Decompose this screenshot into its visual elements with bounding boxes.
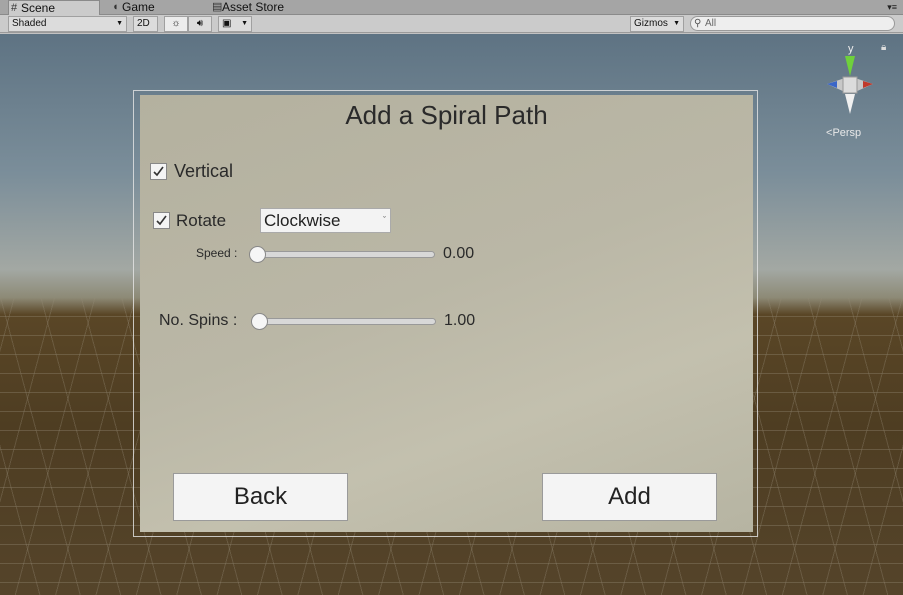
orientation-gizmo[interactable]: y 🔒︎ [815, 42, 886, 122]
panel-title: Add a Spiral Path [345, 100, 548, 130]
tab-asset-store[interactable]: ▤ Asset Store [210, 0, 320, 15]
chevron-down-icon: ▼ [116, 20, 123, 27]
tab-game[interactable]: ◖ Game [110, 0, 200, 15]
tab-menu-icon[interactable]: ▾≡ [887, 0, 897, 15]
checkmark-icon [153, 166, 164, 177]
projection-toggle[interactable]: <Persp [826, 127, 861, 139]
speed-label: Speed : [196, 246, 238, 260]
toggle-2d-button[interactable]: 2D [133, 16, 158, 32]
axis-gizmo-icon: y [827, 43, 873, 114]
checkmark-icon [156, 215, 167, 226]
gizmo-axis-label: y [848, 43, 854, 55]
gizmos-label: Gizmos [634, 18, 668, 29]
hierarchy-search-input[interactable]: ⚲ All [690, 16, 895, 31]
spins-value: 1.00 [444, 312, 476, 329]
lighting-toggle[interactable]: ☼ [164, 16, 188, 32]
vertical-label: Vertical [174, 161, 234, 181]
speed-slider-track[interactable] [252, 251, 435, 258]
speed-value: 0.00 [443, 245, 475, 262]
image-icon: ▣ [222, 18, 232, 29]
back-button[interactable]: Back [173, 473, 348, 521]
gizmos-dropdown[interactable]: Gizmos ▼ [630, 16, 684, 32]
rotation-direction-value: Clockwise [264, 211, 341, 230]
rotation-direction-dropdown[interactable]: Clockwise ˇ [260, 208, 391, 233]
rotate-checkbox[interactable] [153, 212, 170, 229]
chevron-down-icon: ▼ [241, 20, 248, 27]
search-value: All [705, 18, 717, 29]
spins-slider-track[interactable] [253, 318, 436, 325]
tab-scene-label: Scene [21, 1, 56, 15]
spiral-path-panel: Add a Spiral Path Vertical Rotate Clockw… [140, 95, 753, 532]
shading-mode-label: Shaded [12, 18, 47, 29]
speaker-icon: 🔊︎ [196, 18, 204, 29]
add-button[interactable]: Add [542, 473, 717, 521]
scene-toolbar: Shaded ▼ 2D ☼ 🔊︎ ▣ ▼ Gizmos ▼ ⚲ All [0, 15, 903, 33]
effects-dropdown[interactable]: ▣ ▼ [218, 16, 252, 32]
tab-asset-store-label: Asset Store [222, 0, 285, 14]
chevron-down-icon: ˇ [383, 215, 386, 225]
spins-label: No. Spins : [159, 312, 238, 329]
sun-icon: ☼ [171, 18, 181, 29]
audio-toggle[interactable]: 🔊︎ [188, 16, 212, 32]
vertical-checkbox[interactable] [150, 163, 167, 180]
grid-icon: # [11, 2, 18, 14]
projection-label: Persp [832, 127, 862, 139]
editor-tab-bar: # Scene ◖ Game ▤ Asset Store ▾≡ [0, 0, 903, 15]
store-icon: ▤ [212, 1, 223, 13]
tab-game-label: Game [122, 0, 155, 14]
search-icon: ⚲ [694, 18, 702, 29]
tab-scene[interactable]: # Scene [8, 0, 100, 15]
spins-slider-handle[interactable] [251, 313, 268, 330]
toggle-2d-label: 2D [137, 18, 150, 29]
lock-icon[interactable]: 🔒︎ [881, 42, 886, 53]
pacman-icon: ◖ [112, 1, 119, 13]
rotate-label: Rotate [176, 211, 227, 230]
speed-slider-handle[interactable] [249, 246, 266, 263]
chevron-down-icon: ▼ [673, 20, 680, 27]
shading-mode-dropdown[interactable]: Shaded ▼ [8, 16, 127, 32]
